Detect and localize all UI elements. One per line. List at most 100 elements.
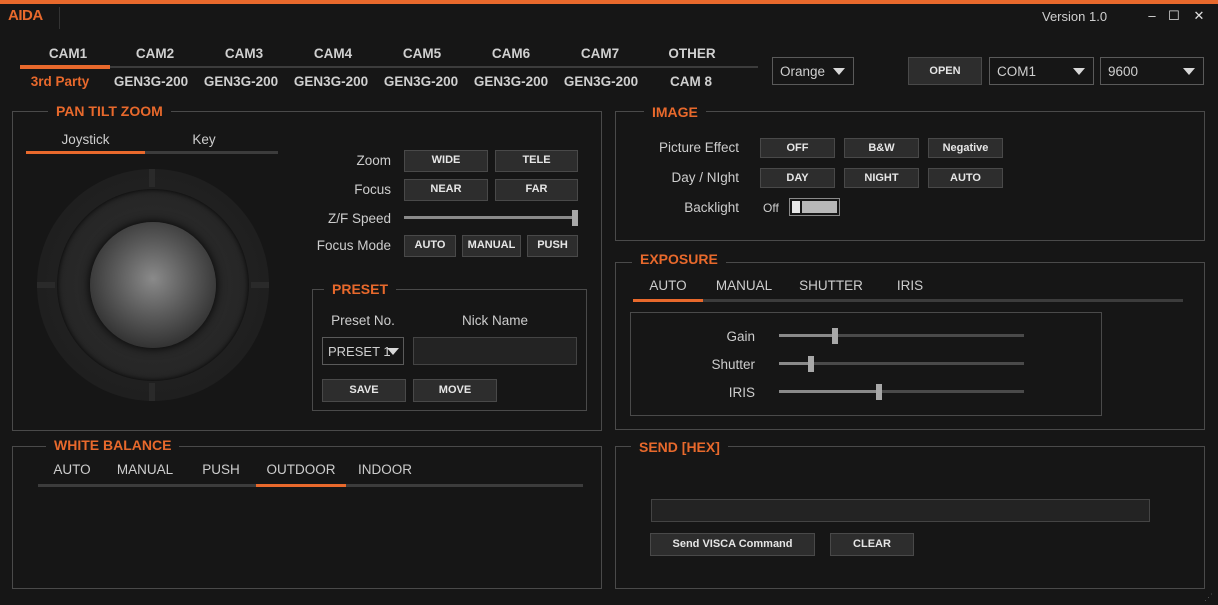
- maximize-icon[interactable]: ☐: [1166, 8, 1182, 24]
- gain-thumb[interactable]: [832, 328, 839, 344]
- tab-cam5[interactable]: CAM5: [377, 46, 467, 61]
- picture-effect-off-button[interactable]: OFF: [760, 138, 835, 158]
- tab-cam2[interactable]: CAM2: [110, 46, 200, 61]
- cam4-model[interactable]: GEN3G-200: [286, 74, 376, 89]
- tab-wb-push[interactable]: PUSH: [190, 462, 252, 477]
- tab-wb-manual[interactable]: MANUAL: [106, 462, 184, 477]
- night-button[interactable]: NIGHT: [844, 168, 919, 188]
- close-icon[interactable]: ✕: [1191, 8, 1207, 24]
- gain-fill: [779, 334, 836, 337]
- exposure-tab-indicator: [633, 299, 703, 302]
- cam6-model[interactable]: GEN3G-200: [466, 74, 556, 89]
- shutter-slider[interactable]: [779, 362, 1024, 365]
- app-logo: AIDA: [8, 7, 60, 29]
- backlight-toggle[interactable]: [789, 198, 840, 216]
- tab-wb-auto[interactable]: AUTO: [38, 462, 106, 477]
- baud-rate-dropdown[interactable]: 9600: [1100, 57, 1204, 85]
- focus-mode-manual-button[interactable]: MANUAL: [462, 235, 521, 257]
- backlight-label: Backlight: [684, 200, 739, 215]
- picture-effect-bw-button[interactable]: B&W: [844, 138, 919, 158]
- cam-tab-line: [20, 66, 758, 68]
- cam1-model[interactable]: 3rd Party: [15, 74, 105, 89]
- backlight-toggle-track: [802, 201, 837, 213]
- gain-label: Gain: [726, 329, 755, 344]
- clear-button[interactable]: CLEAR: [830, 533, 914, 556]
- tab-cam7[interactable]: CAM7: [555, 46, 645, 61]
- tab-cam3[interactable]: CAM3: [199, 46, 289, 61]
- tab-cam6[interactable]: CAM6: [466, 46, 556, 61]
- preset-dropdown[interactable]: PRESET 1: [322, 337, 404, 365]
- tab-cam4[interactable]: CAM4: [288, 46, 378, 61]
- tab-cam1[interactable]: CAM1: [23, 46, 113, 61]
- cam8-model[interactable]: CAM 8: [646, 74, 736, 89]
- send-hex-title: SEND [HEX]: [631, 439, 728, 455]
- com-port-dropdown[interactable]: COM1: [989, 57, 1094, 85]
- tab-exposure-iris[interactable]: IRIS: [880, 278, 940, 293]
- zf-speed-label: Z/F Speed: [327, 211, 391, 226]
- focus-far-button[interactable]: FAR: [495, 179, 578, 201]
- shutter-thumb[interactable]: [807, 356, 814, 372]
- chevron-down-icon: [1183, 68, 1195, 75]
- backlight-state: Off: [763, 201, 779, 215]
- focus-mode-auto-button[interactable]: AUTO: [404, 235, 456, 257]
- zf-speed-slider[interactable]: [404, 216, 578, 219]
- preset-move-button[interactable]: MOVE: [413, 379, 497, 402]
- tab-exposure-auto[interactable]: AUTO: [633, 278, 703, 293]
- preset-value: PRESET 1: [328, 344, 391, 359]
- chevron-down-icon: [1073, 68, 1085, 75]
- iris-label: IRIS: [728, 385, 755, 400]
- minimize-icon[interactable]: –: [1144, 8, 1160, 23]
- day-night-auto-button[interactable]: AUTO: [928, 168, 1003, 188]
- tab-key[interactable]: Key: [145, 132, 263, 147]
- tab-exposure-shutter[interactable]: SHUTTER: [791, 278, 871, 293]
- joystick-tick-bottom: [149, 383, 155, 401]
- joystick-knob[interactable]: [90, 222, 216, 348]
- cam3-model[interactable]: GEN3G-200: [196, 74, 286, 89]
- focus-mode-push-button[interactable]: PUSH: [527, 235, 578, 257]
- exposure-tab-line: [633, 299, 1183, 302]
- baud-rate-value: 9600: [1108, 64, 1139, 79]
- joystick-pad[interactable]: [37, 169, 269, 401]
- preset-save-button[interactable]: SAVE: [322, 379, 406, 402]
- iris-slider[interactable]: [779, 390, 1024, 393]
- zf-speed-fill: [404, 216, 578, 219]
- cam5-model[interactable]: GEN3G-200: [376, 74, 466, 89]
- send-visca-button[interactable]: Send VISCA Command: [650, 533, 815, 556]
- tab-joystick[interactable]: Joystick: [26, 132, 145, 147]
- nick-name-input[interactable]: [413, 337, 577, 365]
- theme-dropdown[interactable]: Orange: [772, 57, 854, 85]
- image-title: IMAGE: [644, 104, 706, 120]
- shutter-label: Shutter: [711, 357, 755, 372]
- ptz-tab-indicator: [26, 151, 145, 154]
- zoom-tele-button[interactable]: TELE: [495, 150, 578, 172]
- joystick-tick-top: [149, 169, 155, 187]
- picture-effect-label: Picture Effect: [658, 140, 739, 155]
- zoom-wide-button[interactable]: WIDE: [404, 150, 488, 172]
- visca-command-input[interactable]: [651, 499, 1150, 522]
- theme-value: Orange: [780, 64, 826, 79]
- tab-wb-indoor[interactable]: INDOOR: [350, 462, 420, 477]
- cam7-model[interactable]: GEN3G-200: [556, 74, 646, 89]
- shutter-fill: [779, 362, 811, 365]
- iris-thumb[interactable]: [876, 384, 883, 400]
- tab-other[interactable]: OTHER: [647, 46, 737, 61]
- backlight-toggle-knob: [792, 201, 800, 213]
- resize-grip-icon[interactable]: ⋰: [1204, 592, 1213, 603]
- nick-name-label: Nick Name: [461, 313, 528, 328]
- picture-effect-negative-button[interactable]: Negative: [928, 138, 1003, 158]
- tab-exposure-manual[interactable]: MANUAL: [704, 278, 784, 293]
- accent-bar: [0, 0, 1218, 4]
- gain-slider[interactable]: [779, 334, 1024, 337]
- ptz-title: PAN TILT ZOOM: [48, 103, 171, 119]
- zoom-label: Zoom: [356, 153, 391, 168]
- cam2-model[interactable]: GEN3G-200: [106, 74, 196, 89]
- zf-speed-thumb[interactable]: [572, 210, 578, 226]
- preset-title: PRESET: [324, 281, 397, 297]
- joystick-tick-left: [37, 282, 55, 288]
- joystick-tick-right: [251, 282, 269, 288]
- tab-wb-outdoor[interactable]: OUTDOOR: [256, 462, 346, 477]
- open-button[interactable]: OPEN: [908, 57, 982, 85]
- cam-tab-indicator: [20, 65, 110, 69]
- focus-near-button[interactable]: NEAR: [404, 179, 488, 201]
- day-button[interactable]: DAY: [760, 168, 835, 188]
